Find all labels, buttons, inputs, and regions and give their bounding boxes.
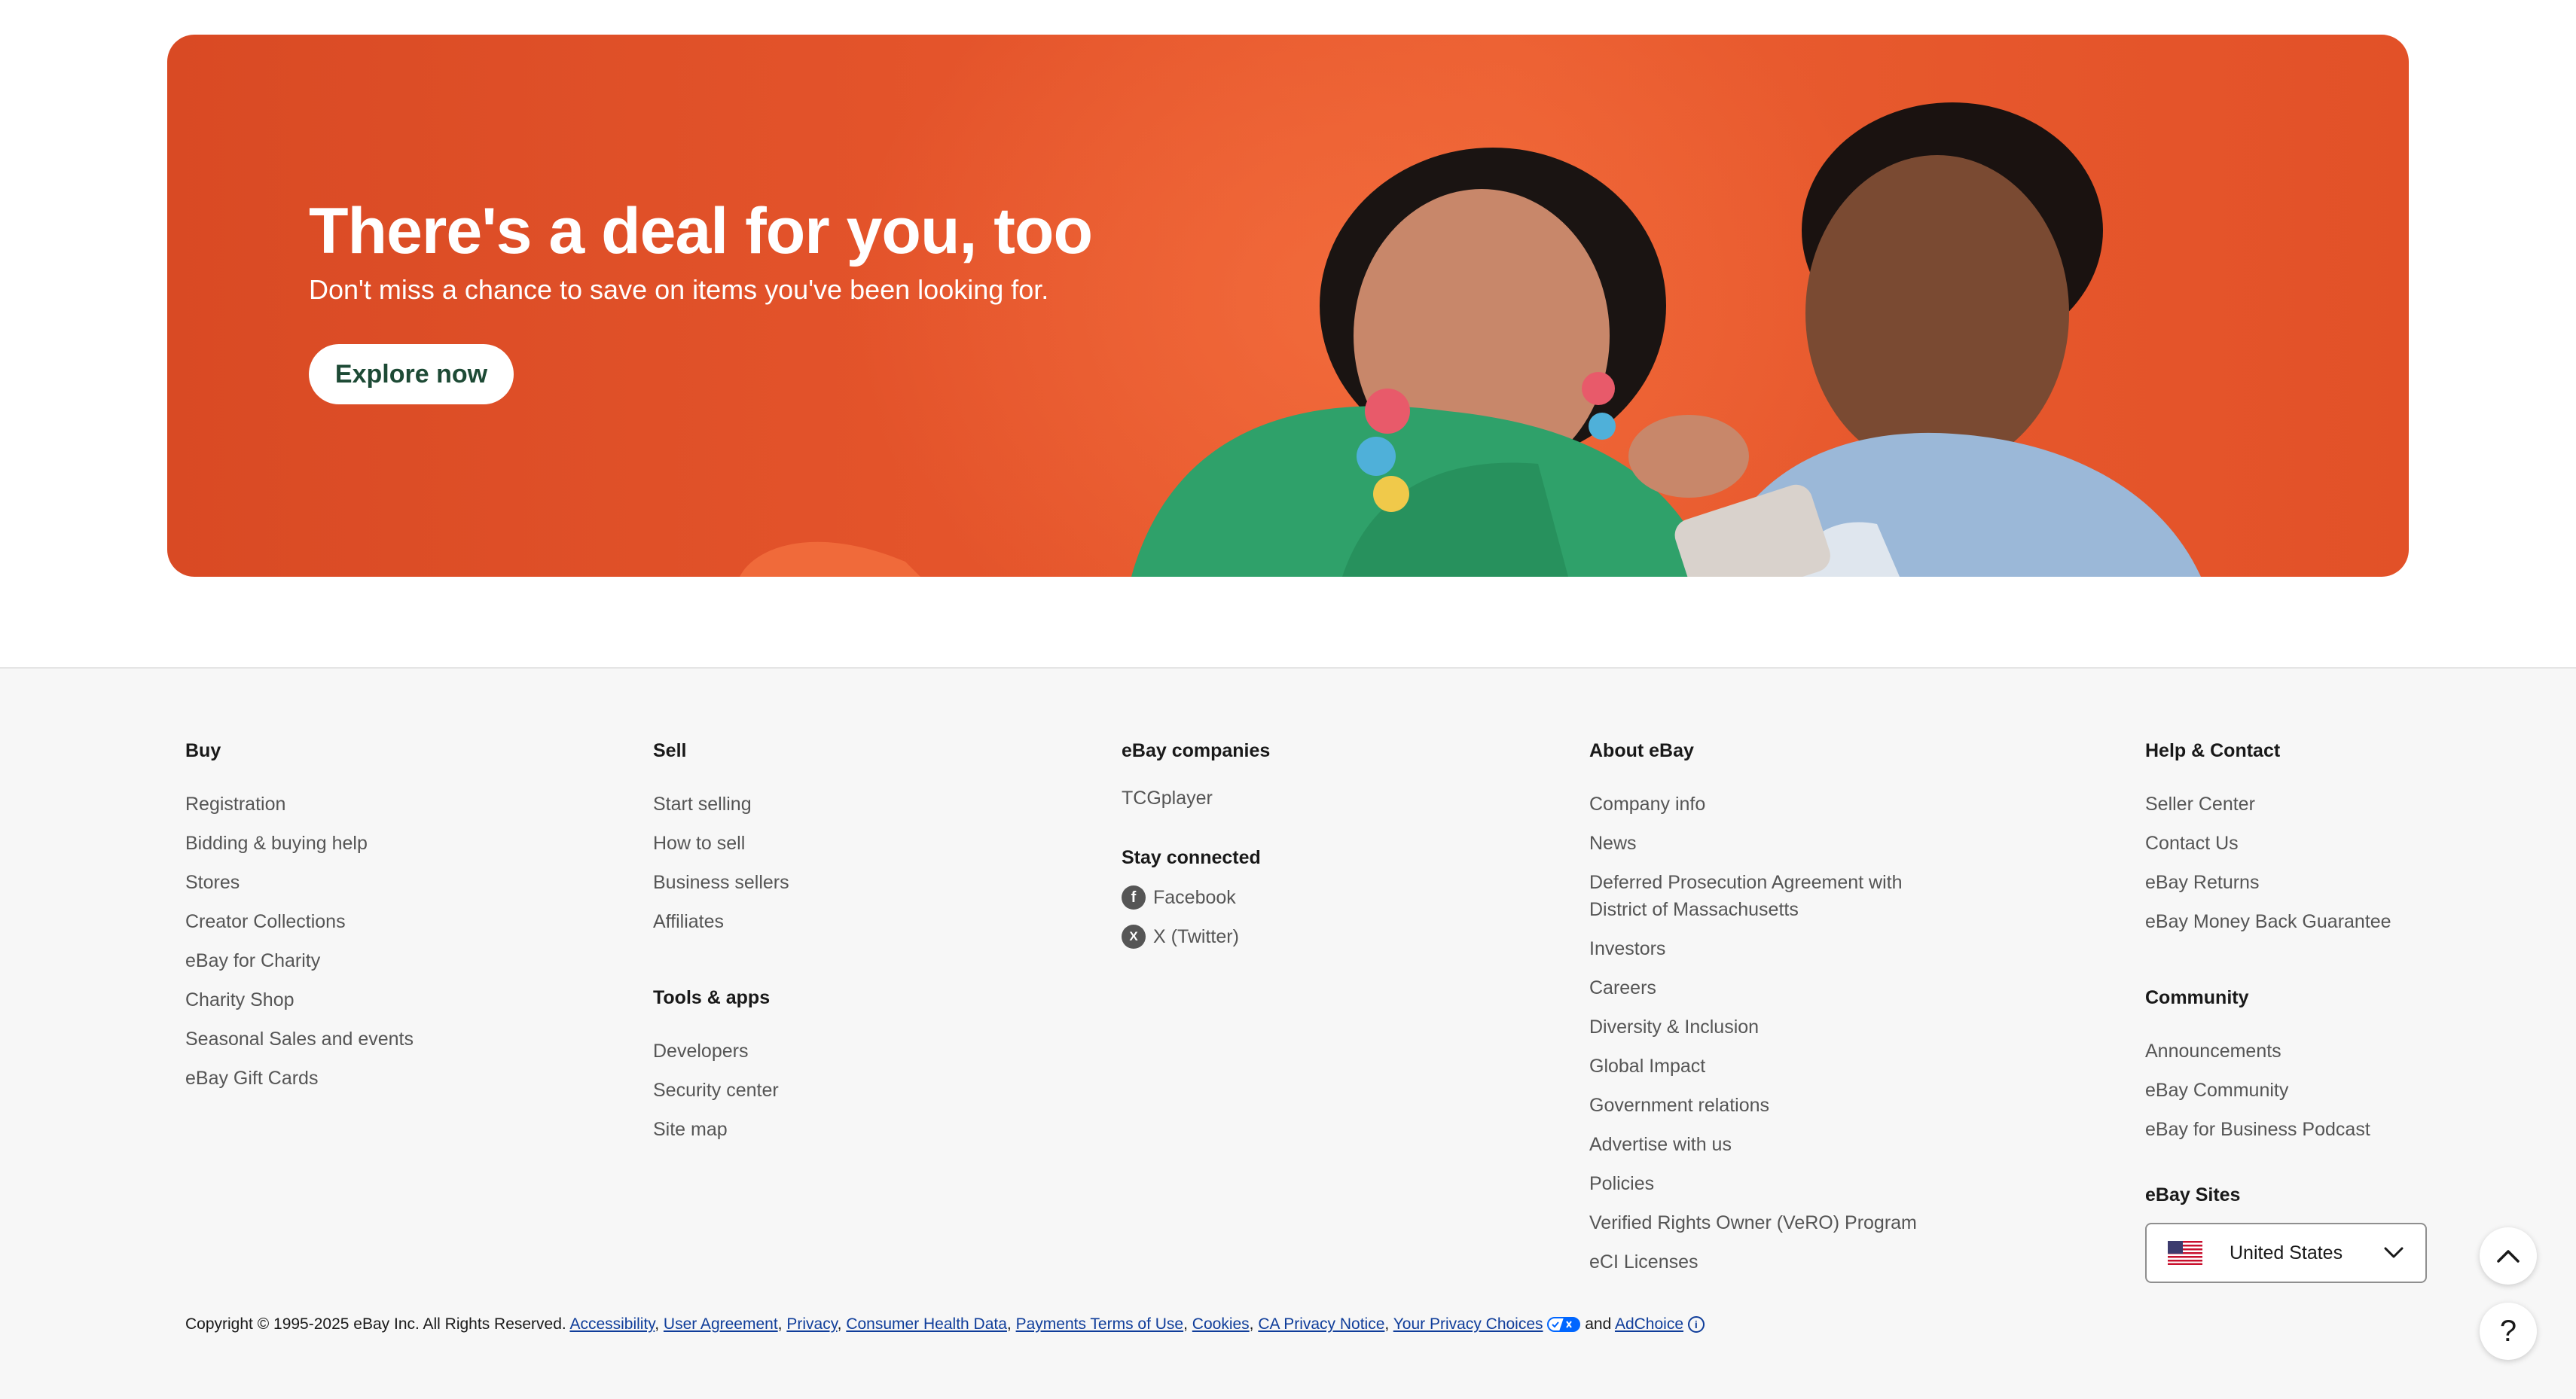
footer-link-seasonal-sales[interactable]: Seasonal Sales and events (185, 1020, 414, 1059)
footer-column-help: Help & Contact Seller Center Contact Us … (2145, 738, 2427, 1283)
footer-column-buy: Buy Registration Bidding & buying help S… (185, 738, 414, 1098)
footer-heading-stay-connected[interactable]: Stay connected (1122, 845, 1270, 870)
footer-link-charity-shop[interactable]: Charity Shop (185, 980, 414, 1020)
ebay-sites-selector[interactable]: United States (2145, 1223, 2427, 1283)
facebook-icon: f (1122, 885, 1146, 910)
footer-link-security-center[interactable]: Security center (653, 1071, 789, 1110)
footer-link-x-twitter[interactable]: X X (Twitter) (1122, 917, 1270, 956)
tools-links: Developers Security center Site map (653, 1032, 789, 1149)
footer-link-site-map[interactable]: Site map (653, 1110, 789, 1149)
footer-link-announcements[interactable]: Announcements (2145, 1032, 2427, 1071)
footer-heading-companies[interactable]: eBay companies (1122, 738, 1270, 764)
footer-heading-help[interactable]: Help & Contact (2145, 738, 2427, 764)
footer-link-money-back-guarantee[interactable]: eBay Money Back Guarantee (2145, 902, 2427, 941)
footer-link-developers[interactable]: Developers (653, 1032, 789, 1071)
community-links: Announcements eBay Community eBay for Bu… (2145, 1032, 2427, 1149)
footer-link-contact-us[interactable]: Contact Us (2145, 824, 2427, 863)
and-text: and (1585, 1315, 1612, 1333)
banner-subtitle: Don't miss a chance to save on items you… (309, 274, 1049, 305)
chevron-down-icon (2384, 1247, 2404, 1258)
banner-photo-people (740, 102, 2201, 577)
footer-link-deferred-prosecution[interactable]: Deferred Prosecution Agreement with Dist… (1589, 863, 1936, 929)
link-privacy[interactable]: Privacy (786, 1315, 837, 1333)
adchoice-info-icon[interactable]: i (1687, 1316, 1705, 1333)
back-to-top-button[interactable] (2480, 1227, 2537, 1285)
footer-link-government-relations[interactable]: Government relations (1589, 1086, 1936, 1125)
x-twitter-icon: X (1122, 925, 1146, 949)
selected-site-label: United States (2230, 1242, 2343, 1263)
footer-link-creator-collections[interactable]: Creator Collections (185, 902, 414, 941)
footer-heading-about[interactable]: About eBay (1589, 738, 1936, 764)
us-flag-icon (2168, 1241, 2202, 1265)
footer-link-seller-center[interactable]: Seller Center (2145, 785, 2427, 824)
footer-heading-sell[interactable]: Sell (653, 738, 789, 764)
footer-heading-tools[interactable]: Tools & apps (653, 985, 789, 1010)
link-payments-terms[interactable]: Payments Terms of Use (1016, 1315, 1184, 1333)
footer-link-start-selling[interactable]: Start selling (653, 785, 789, 824)
sell-links: Start selling How to sell Business selle… (653, 785, 789, 941)
facebook-label: Facebook (1153, 887, 1236, 908)
companies-links: TCGplayer (1122, 779, 1270, 818)
link-privacy-choices[interactable]: Your Privacy Choices (1393, 1315, 1543, 1333)
footer-link-stores[interactable]: Stores (185, 863, 414, 902)
footer-column-companies: eBay companies TCGplayer Stay connected … (1122, 738, 1270, 956)
footer-link-registration[interactable]: Registration (185, 785, 414, 824)
footer-link-news[interactable]: News (1589, 824, 1936, 863)
footer-link-facebook[interactable]: f Facebook (1122, 878, 1270, 917)
explore-now-button[interactable]: Explore now (309, 344, 514, 404)
question-mark-icon: ? (2499, 1314, 2517, 1348)
footer-column-sell: Sell Start selling How to sell Business … (653, 738, 789, 1149)
footer-heading-buy[interactable]: Buy (185, 738, 414, 764)
footer-link-business-podcast[interactable]: eBay for Business Podcast (2145, 1110, 2427, 1149)
chevron-up-icon (2497, 1250, 2520, 1263)
link-consumer-health-data[interactable]: Consumer Health Data (846, 1315, 1007, 1333)
buy-links: Registration Bidding & buying help Store… (185, 785, 414, 1098)
footer-link-policies[interactable]: Policies (1589, 1164, 1936, 1203)
footer-link-how-to-sell[interactable]: How to sell (653, 824, 789, 863)
copyright-bar: Copyright © 1995-2025 eBay Inc. All Righ… (185, 1315, 1705, 1333)
footer-link-diversity-inclusion[interactable]: Diversity & Inclusion (1589, 1007, 1936, 1047)
promo-banner[interactable]: There's a deal for you, too Don't miss a… (167, 35, 2409, 577)
footer-link-gift-cards[interactable]: eBay Gift Cards (185, 1059, 414, 1098)
footer-link-bidding-help[interactable]: Bidding & buying help (185, 824, 414, 863)
footer-link-careers[interactable]: Careers (1589, 968, 1936, 1007)
banner-title: There's a deal for you, too (309, 195, 1093, 267)
footer-link-business-sellers[interactable]: Business sellers (653, 863, 789, 902)
footer-link-ebay-for-charity[interactable]: eBay for Charity (185, 941, 414, 980)
footer-divider (0, 667, 2576, 669)
footer-link-tcgplayer[interactable]: TCGplayer (1122, 779, 1270, 818)
footer-link-affiliates[interactable]: Affiliates (653, 902, 789, 941)
footer-heading-sites: eBay Sites (2145, 1184, 2241, 1205)
footer-link-global-impact[interactable]: Global Impact (1589, 1047, 1936, 1086)
footer-link-ebay-community[interactable]: eBay Community (2145, 1071, 2427, 1110)
link-user-agreement[interactable]: User Agreement (664, 1315, 778, 1333)
x-twitter-label: X (Twitter) (1153, 926, 1239, 947)
link-adchoice[interactable]: AdChoice (1615, 1315, 1683, 1333)
copyright-text: Copyright © 1995-2025 eBay Inc. All Righ… (185, 1315, 566, 1333)
footer-link-advertise[interactable]: Advertise with us (1589, 1125, 1936, 1164)
footer-link-ebay-returns[interactable]: eBay Returns (2145, 863, 2427, 902)
footer-link-company-info[interactable]: Company info (1589, 785, 1936, 824)
footer-column-about: About eBay Company info News Deferred Pr… (1589, 738, 1936, 1282)
footer-link-investors[interactable]: Investors (1589, 929, 1936, 968)
link-ca-privacy-notice[interactable]: CA Privacy Notice (1258, 1315, 1384, 1333)
footer-link-vero-program[interactable]: Verified Rights Owner (VeRO) Program (1589, 1203, 1936, 1242)
link-cookies[interactable]: Cookies (1192, 1315, 1250, 1333)
footer-heading-community[interactable]: Community (2145, 985, 2427, 1010)
help-button[interactable]: ? (2480, 1303, 2537, 1360)
privacy-choices-icon (1547, 1317, 1581, 1333)
footer-link-eci-licenses[interactable]: eCI Licenses (1589, 1242, 1936, 1282)
help-links: Seller Center Contact Us eBay Returns eB… (2145, 785, 2427, 941)
social-links: f Facebook X X (Twitter) (1122, 878, 1270, 956)
about-links: Company info News Deferred Prosecution A… (1589, 785, 1936, 1282)
link-accessibility[interactable]: Accessibility (569, 1315, 655, 1333)
